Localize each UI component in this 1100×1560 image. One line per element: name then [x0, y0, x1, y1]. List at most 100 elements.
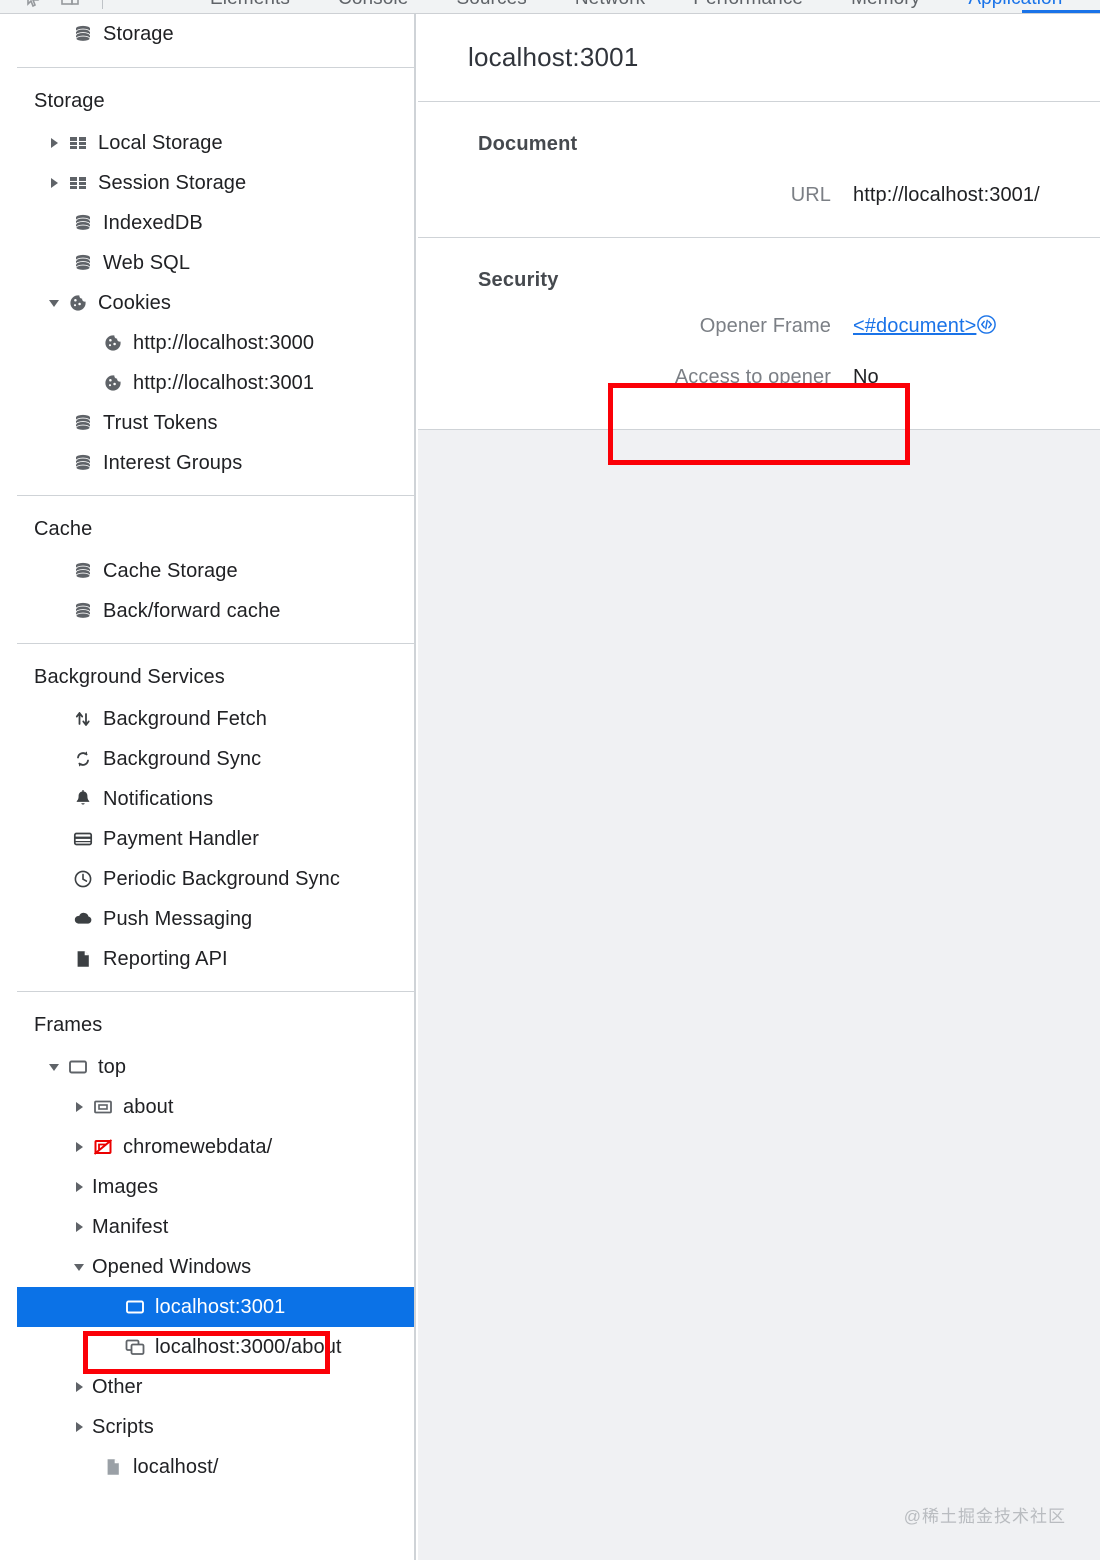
sidebar-item-label: chromewebdata/ [123, 1136, 273, 1158]
sidebar-section-header: Background Services [34, 666, 225, 688]
url-value: http://localhost:3001/ [853, 184, 1040, 206]
sidebar-item-cookies-localhost-3001[interactable]: http://localhost:3001 [17, 363, 414, 403]
sidebar-item-periodic-background-sync[interactable]: Periodic Background Sync [17, 859, 414, 899]
access-to-opener-label: Access to opener [674, 366, 831, 388]
chevron-right-icon[interactable] [47, 135, 63, 151]
sidebar-item-payment-handler[interactable]: Payment Handler [17, 819, 414, 859]
cookie-icon [102, 332, 124, 354]
sidebar-item-window-localhost-3001[interactable]: localhost:3001 [17, 1287, 414, 1327]
chevron-right-icon[interactable] [72, 1179, 88, 1195]
sidebar-item-label: IndexedDB [103, 212, 203, 234]
chevron-right-icon[interactable] [72, 1139, 88, 1155]
application-sidebar[interactable]: Storage Storage Local Storage Session St… [17, 14, 416, 1560]
sidebar-item-cache-storage[interactable]: Cache Storage [17, 551, 414, 591]
sidebar-item-storage-root[interactable]: Storage [17, 14, 414, 54]
sidebar-item-frame-images[interactable]: Images [17, 1167, 414, 1207]
chevron-down-icon[interactable] [47, 295, 63, 311]
sidebar-item-label: Images [92, 1176, 159, 1198]
chevron-right-icon[interactable] [72, 1419, 88, 1435]
tab-sources[interactable]: Sources [432, 0, 550, 10]
sidebar-item-trust-tokens[interactable]: Trust Tokens [17, 403, 414, 443]
chevron-right-icon[interactable] [72, 1379, 88, 1395]
sidebar-item-label: localhost/ [133, 1456, 219, 1478]
sidebar-item-frame-chromewebdata[interactable]: chromewebdata/ [17, 1127, 414, 1167]
sidebar-item-label: Opened Windows [92, 1256, 252, 1278]
database-icon [72, 452, 94, 474]
sidebar-item-background-sync[interactable]: Background Sync [17, 739, 414, 779]
tab-elements[interactable]: Elements [186, 0, 314, 10]
sidebar-section-cache: Cache Cache Storage Back/forward cache [17, 496, 414, 644]
sidebar-item-label: Background Sync [103, 748, 262, 770]
opener-frame-link[interactable]: <#document> [853, 315, 976, 338]
row-access-to-opener: Access to opener No [418, 344, 1100, 429]
sidebar-item-cookies[interactable]: Cookies [17, 283, 414, 323]
database-icon [72, 23, 94, 45]
sidebar-item-push-messaging[interactable]: Push Messaging [17, 899, 414, 939]
sidebar-section-header: Storage [34, 90, 105, 112]
opener-frame-value[interactable]: <#document> [831, 314, 997, 338]
sidebar-item-interest-groups[interactable]: Interest Groups [17, 443, 414, 483]
sidebar-item-label: localhost:3000/about [155, 1336, 342, 1358]
sidebar-item-session-storage[interactable]: Session Storage [17, 163, 414, 203]
opener-frame-label: Opener Frame [699, 315, 831, 337]
sidebar-item-label: Background Fetch [103, 708, 267, 730]
sidebar-item-cookies-localhost-3000[interactable]: http://localhost:3000 [17, 323, 414, 363]
bell-icon [72, 788, 94, 810]
active-tab-indicator [1022, 10, 1100, 13]
cloud-icon [72, 908, 94, 930]
opener-frame-link-text: <#document> [853, 315, 977, 337]
sidebar-item-opened-windows[interactable]: Opened Windows [17, 1247, 414, 1287]
database-icon [72, 412, 94, 434]
sidebar-item-label: Payment Handler [103, 828, 260, 850]
sidebar-item-back-forward-cache[interactable]: Back/forward cache [17, 591, 414, 631]
table-icon [67, 172, 89, 194]
document-section: Document URL http://localhost:3001/ [418, 102, 1100, 238]
access-to-opener-value: No [853, 366, 879, 388]
tab-console[interactable]: Console [314, 0, 432, 10]
chevron-down-icon[interactable] [47, 1059, 63, 1075]
sidebar-item-label: Interest Groups [103, 452, 243, 474]
inspect-element-icon[interactable] [24, 0, 44, 10]
frame-details-panel: localhost:3001 Document URL http://local… [418, 14, 1100, 1560]
sidebar-item-label: localhost:3001 [155, 1296, 286, 1318]
sidebar-item-frame-manifest[interactable]: Manifest [17, 1207, 414, 1247]
devtools-tab-strip: Elements Console Sources Network Perform… [0, 0, 1100, 14]
sync-icon [72, 748, 94, 770]
tab-network[interactable]: Network [551, 0, 669, 10]
chevron-right-icon[interactable] [72, 1099, 88, 1115]
sidebar-item-notifications[interactable]: Notifications [17, 779, 414, 819]
credit-card-icon [72, 828, 94, 850]
sidebar-item-frame-about[interactable]: about [17, 1087, 414, 1127]
table-icon [67, 132, 89, 154]
sidebar-item-label: Storage [103, 23, 174, 45]
sidebar-item-label: http://localhost:3000 [133, 332, 315, 354]
chevron-right-icon[interactable] [72, 1219, 88, 1235]
sidebar-item-reporting-api[interactable]: Reporting API [17, 939, 414, 979]
sidebar-item-local-storage[interactable]: Local Storage [17, 123, 414, 163]
chevron-down-icon[interactable] [72, 1259, 88, 1275]
tab-application[interactable]: Application [944, 0, 1086, 10]
sidebar-item-background-fetch[interactable]: Background Fetch [17, 699, 414, 739]
section-heading-security: Security [478, 269, 559, 291]
sidebar-item-web-sql[interactable]: Web SQL [17, 243, 414, 283]
sidebar-item-label: about [123, 1096, 174, 1118]
sidebar-item-label: Local Storage [98, 132, 223, 154]
tab-memory[interactable]: Memory [827, 0, 944, 10]
sidebar-item-script-localhost[interactable]: localhost/ [17, 1447, 414, 1487]
sidebar-item-frame-scripts[interactable]: Scripts [17, 1407, 414, 1447]
sidebar-section-header: Frames [34, 1014, 103, 1036]
sidebar-item-frame-top[interactable]: top [17, 1047, 414, 1087]
sidebar-section-header: Cache [34, 518, 93, 540]
database-icon [72, 600, 94, 622]
code-circle-icon[interactable] [976, 314, 997, 335]
tab-performance[interactable]: Performance [669, 0, 827, 10]
sidebar-section-frames: Frames top about chromewebdata/ Images M… [17, 992, 414, 1487]
chevron-right-icon[interactable] [47, 175, 63, 191]
database-icon [72, 252, 94, 274]
sidebar-item-window-localhost-3000-about[interactable]: localhost:3000/about [17, 1327, 414, 1367]
sidebar-item-indexeddb[interactable]: IndexedDB [17, 203, 414, 243]
sidebar-item-frame-other[interactable]: Other [17, 1367, 414, 1407]
frame-icon [67, 1056, 89, 1078]
device-toolbar-icon[interactable] [60, 0, 80, 10]
devtools-toolbar-icons [24, 0, 109, 13]
